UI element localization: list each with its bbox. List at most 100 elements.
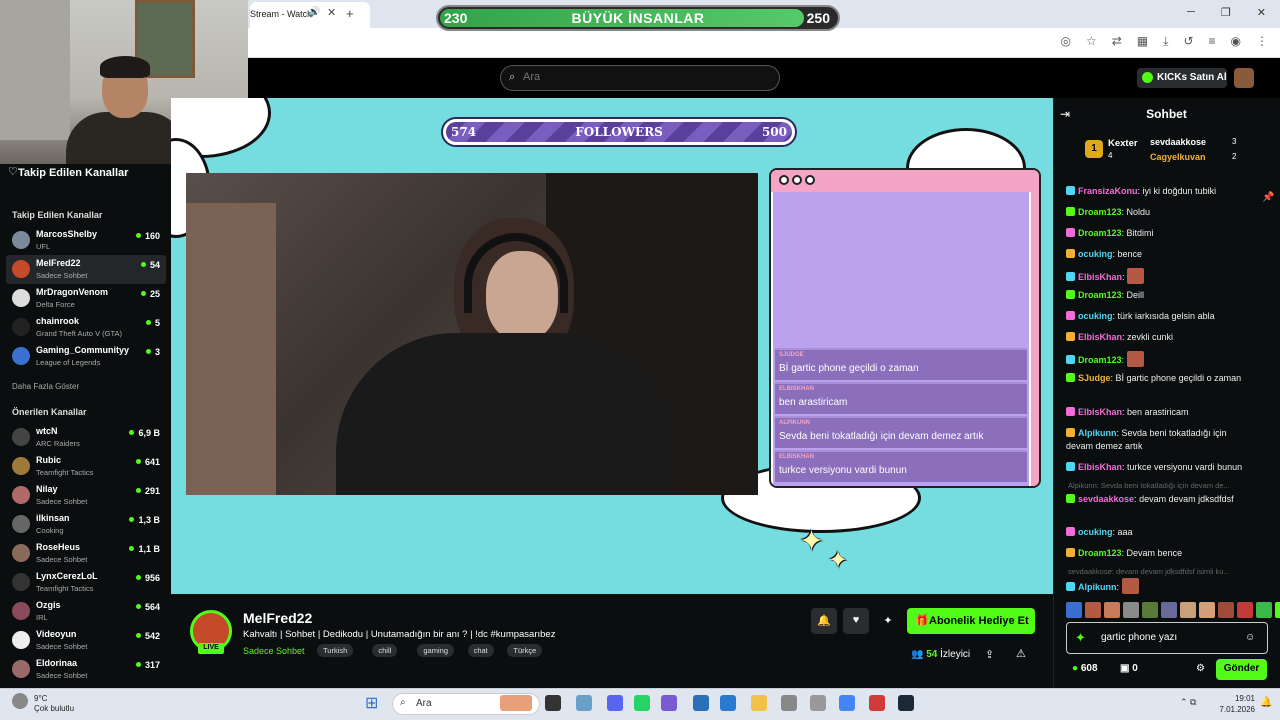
emote-menu-icon[interactable]: ✦ — [1075, 630, 1086, 646]
game-icon[interactable] — [869, 695, 885, 711]
weather-icon[interactable] — [12, 693, 28, 709]
chat-username[interactable]: Droam123 — [1078, 228, 1122, 238]
sidebar-channel-item[interactable]: MrDragonVenom Delta Force 25 — [6, 284, 166, 313]
minimize-icon[interactable]: ─ — [1187, 6, 1195, 19]
notification-bell-icon[interactable]: 🔔 — [811, 608, 837, 634]
stream-tag[interactable]: gaming — [417, 644, 454, 657]
send-button[interactable]: Gönder — [1216, 659, 1267, 680]
settings-gear-icon[interactable]: ⚙ — [1196, 663, 1205, 674]
mouse-icon[interactable] — [810, 695, 826, 711]
emote-icon[interactable] — [1123, 602, 1139, 618]
chat-username[interactable]: ocuking — [1078, 249, 1113, 259]
extensions-icon[interactable]: ▦ — [1137, 34, 1148, 49]
chat-username[interactable]: Droam123 — [1078, 207, 1122, 217]
leaderboard-name[interactable]: sevdaakkose — [1150, 137, 1206, 147]
chat-username[interactable]: sevdaakkose — [1078, 494, 1134, 504]
reply-preview[interactable]: Alpikunn: Sevda beni tokatladığı için de… — [1068, 481, 1264, 490]
plus-icon[interactable]: + — [346, 6, 354, 21]
chat-username[interactable]: ElbisKhan — [1078, 272, 1122, 282]
chat-username[interactable]: Alpikunn — [1078, 428, 1117, 438]
sidebar-channel-item[interactable]: chainrook Grand Theft Auto V (GTA) 5 — [6, 313, 166, 342]
sidebar-channel-item[interactable]: MelFred22 Sadece Sohbet 54 — [6, 255, 166, 284]
copilot-icon[interactable] — [576, 695, 592, 711]
chat-input[interactable] — [1101, 632, 1241, 643]
stream-category[interactable]: Sadece Sohbet — [243, 646, 305, 656]
chat-username[interactable]: Droam123 — [1078, 355, 1122, 365]
search-input[interactable] — [523, 71, 723, 83]
eye-off-icon[interactable]: ◎ — [1060, 34, 1070, 49]
emoji-icon[interactable]: ☺ — [1245, 632, 1255, 643]
stream-tag[interactable]: chat — [467, 644, 494, 657]
buy-kicks-button[interactable]: KICKs Satın Al — [1137, 68, 1227, 88]
calculator-icon[interactable] — [781, 695, 797, 711]
files-icon[interactable] — [545, 695, 561, 711]
sidebar-channel-item[interactable]: Ozgis IRL 564 — [6, 597, 166, 626]
system-tray-icon[interactable]: ⌃ ⧉ — [1180, 697, 1196, 708]
stream-tag[interactable]: Turkish — [317, 644, 354, 657]
pin-icon[interactable]: 📌 — [1262, 192, 1274, 203]
sidebar-channel-item[interactable]: MarcosShelby UFL 160 — [6, 226, 166, 255]
store-count[interactable]: ▣ 0 — [1120, 663, 1138, 674]
maximize-icon[interactable]: ❐ — [1221, 6, 1231, 19]
whatsapp-icon[interactable] — [634, 695, 650, 711]
speaker-icon[interactable]: 🔊 — [308, 7, 320, 18]
chrome-icon[interactable] — [839, 695, 855, 711]
sidebar-channel-item[interactable]: LynxCerezLoL Teamfight Tactics 956 — [6, 568, 166, 597]
channel-name[interactable]: MelFred22 — [243, 610, 312, 626]
sidebar-channel-item[interactable]: Nilay Sadece Sohbet 291 — [6, 481, 166, 510]
chat-username[interactable]: Droam123 — [1078, 548, 1122, 558]
report-icon[interactable]: ⚠ — [1016, 647, 1026, 660]
chat-username[interactable]: ocuking — [1078, 311, 1113, 321]
menu-icon[interactable]: ⋮ — [1256, 34, 1268, 49]
chat-username[interactable]: ElbisKhan — [1078, 462, 1122, 472]
sidebar-channel-item[interactable]: Gaming_Communityy League of Legends 3 — [6, 342, 166, 371]
followed-channels-heading[interactable]: Takip Edilen Kanallar — [18, 167, 128, 179]
heart-follow-icon[interactable]: ♥ — [843, 608, 869, 634]
app-icon[interactable] — [661, 695, 677, 711]
leaderboard-name[interactable]: Cagyelkuvan — [1150, 152, 1206, 162]
chat-username[interactable]: Droam123 — [1078, 290, 1122, 300]
chat-username[interactable]: ocuking — [1078, 527, 1113, 537]
folder-icon[interactable] — [751, 695, 767, 711]
sparkle-action-icon[interactable]: ✦ — [875, 608, 901, 634]
sidebar-channel-item[interactable]: RoseHeus Sadece Sohbet 1,1 B — [6, 539, 166, 568]
emote-icon[interactable] — [1104, 602, 1120, 618]
emote-icon[interactable] — [1275, 602, 1280, 618]
chat-username[interactable]: SJudge — [1078, 373, 1111, 383]
star-icon[interactable]: ☆ — [1086, 34, 1097, 49]
history-icon[interactable]: ↺ — [1183, 34, 1193, 49]
user-avatar[interactable] — [1234, 68, 1254, 88]
gift-subscription-button[interactable]: 🎁 Abonelik Hediye Et — [907, 608, 1035, 634]
notification-icon[interactable]: 🔔 — [1260, 697, 1272, 708]
chat-username[interactable]: ElbisKhan — [1078, 407, 1122, 417]
translate-icon[interactable]: ⇄ — [1112, 34, 1122, 49]
chat-username[interactable]: FransizaKonu — [1078, 186, 1138, 196]
taskbar-clock[interactable]: 19:01 7.01.2026 — [1215, 693, 1255, 715]
close-window-icon[interactable]: ✕ — [1257, 6, 1266, 19]
windows-start-icon[interactable]: ⊞ — [365, 693, 378, 713]
sidebar-channel-item[interactable]: Rubic Teamfight Tactics 641 — [6, 452, 166, 481]
share-icon[interactable]: ⇪ — [985, 648, 994, 661]
reply-preview[interactable]: sevdaakkose: devam devam jdksdfdsf isiml… — [1068, 567, 1264, 576]
chat-username[interactable]: Alpikunn — [1078, 582, 1117, 592]
emote-icon[interactable] — [1161, 602, 1177, 618]
media-thumb-icon[interactable] — [500, 695, 532, 711]
stream-tag[interactable]: Türkçe — [507, 644, 543, 657]
chat-username[interactable]: ElbisKhan — [1078, 332, 1122, 342]
emote-icon[interactable] — [1066, 602, 1082, 618]
mail-icon[interactable] — [720, 695, 736, 711]
close-icon[interactable]: ✕ — [327, 6, 336, 19]
profile-icon[interactable]: ◉ — [1231, 34, 1241, 49]
steam-icon[interactable] — [898, 695, 914, 711]
emote-icon[interactable] — [1256, 602, 1272, 618]
emote-icon[interactable] — [1085, 602, 1101, 618]
download-icon[interactable]: ⤓ — [1163, 34, 1168, 49]
sidebar-channel-item[interactable]: ilkinsan Cooking 1,3 B — [6, 510, 166, 539]
channel-points[interactable]: ● 608 — [1072, 663, 1098, 674]
emote-icon[interactable] — [1142, 602, 1158, 618]
sidebar-channel-item[interactable]: Eldorinaa Sadece Sohbet 317 — [6, 655, 166, 684]
discord-icon[interactable] — [607, 695, 623, 711]
emote-icon[interactable] — [1180, 602, 1196, 618]
sidebar-channel-item[interactable]: wtcN ARC Raiders 6,9 B — [6, 423, 166, 452]
emote-icon[interactable] — [1237, 602, 1253, 618]
